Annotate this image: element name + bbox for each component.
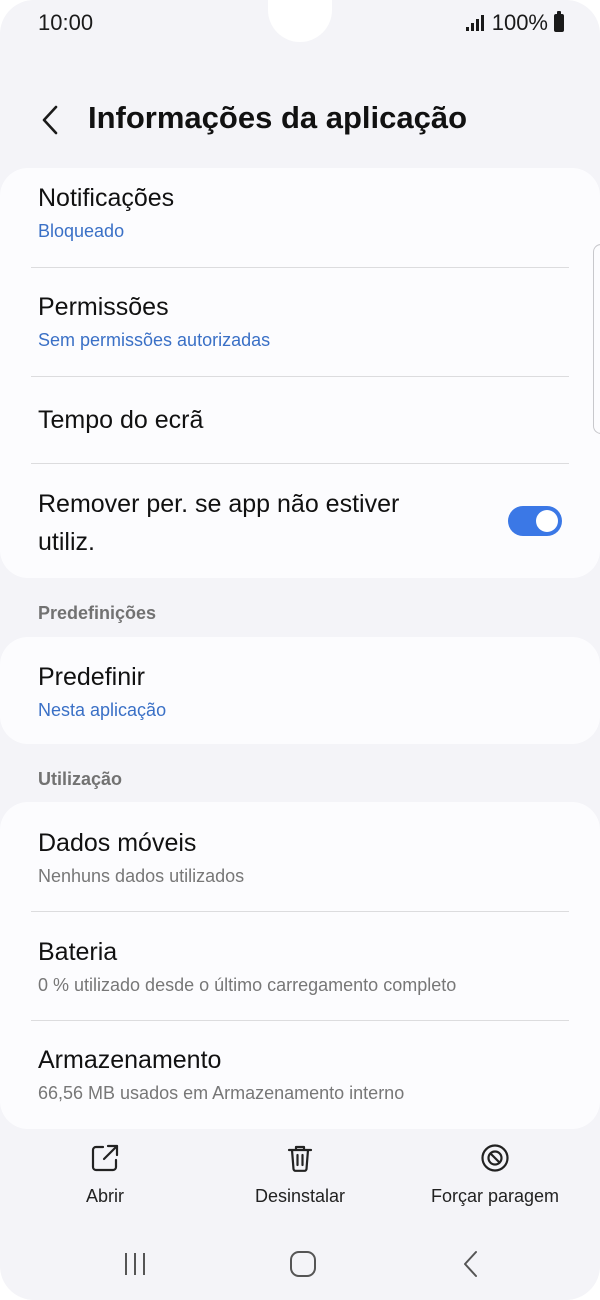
permissions-title: Permissões <box>38 293 169 321</box>
status-bar: 10:00 100% <box>0 0 600 48</box>
permissions-status: Sem permissões autorizadas <box>38 330 271 350</box>
battery-usage-status: 0 % utilizado desde o último carregament… <box>38 975 457 995</box>
home-icon <box>290 1251 316 1277</box>
battery-icon <box>554 11 564 32</box>
mobile-data-status: Nenhuns dados utilizados <box>38 866 245 886</box>
uninstall-button[interactable]: Desinstalar <box>205 1132 395 1222</box>
scroll-indicator[interactable] <box>593 244 600 434</box>
stop-icon <box>481 1144 509 1172</box>
app-bar: Informações da aplicação <box>0 88 600 152</box>
screen-time-item[interactable]: Tempo do ecrã <box>0 377 600 463</box>
remove-permissions-title-line2: utiliz. <box>38 528 95 556</box>
set-default-item[interactable]: Predefinir Nesta aplicação <box>0 637 600 744</box>
remove-permissions-title-line1: Remover per. se app não estiver <box>38 490 400 518</box>
home-button[interactable] <box>283 1248 323 1280</box>
section-label-usage: Utilização <box>38 769 123 789</box>
toggle-knob <box>536 510 558 532</box>
nav-back-button[interactable] <box>451 1248 491 1280</box>
camera-notch <box>268 0 332 42</box>
chevron-left-icon <box>464 1251 477 1277</box>
permissions-item[interactable]: Permissões Sem permissões autorizadas <box>0 268 600 376</box>
battery-title: Bateria <box>38 938 118 966</box>
force-stop-button[interactable]: Forçar paragem <box>400 1132 590 1222</box>
recent-apps-button[interactable] <box>115 1248 155 1280</box>
mobile-data-title: Dados móveis <box>38 829 197 857</box>
status-indicators: 100% <box>465 10 564 36</box>
storage-status: 66,56 MB usados em Armazenamento interno <box>38 1083 405 1103</box>
force-stop-label: Forçar paragem <box>430 1186 560 1206</box>
storage-title: Armazenamento <box>38 1046 222 1074</box>
screen-time-title: Tempo do ecrã <box>38 406 204 434</box>
bottom-action-bar: Abrir Desinstalar Forçar paragem <box>0 1132 600 1222</box>
set-default-title: Predefinir <box>38 663 145 691</box>
open-button[interactable]: Abrir <box>10 1132 200 1222</box>
trash-icon <box>287 1145 313 1172</box>
page-title: Informações da aplicação <box>88 100 468 135</box>
remove-permissions-toggle[interactable] <box>508 506 562 536</box>
phone-screen: 10:00 100% Informações da aplicação Noti… <box>0 0 600 1300</box>
battery-percent: 100% <box>491 10 548 35</box>
storage-item[interactable]: Armazenamento 66,56 MB usados em Armazen… <box>0 1021 600 1129</box>
open-external-icon <box>91 1144 119 1172</box>
status-time: 10:00 <box>38 10 94 35</box>
section-label-defaults: Predefinições <box>38 603 157 623</box>
back-button[interactable] <box>26 96 74 144</box>
navigation-bar <box>0 1234 600 1294</box>
uninstall-label: Desinstalar <box>254 1186 346 1206</box>
recent-apps-icon <box>125 1253 145 1275</box>
open-label: Abrir <box>85 1186 124 1206</box>
set-default-status: Nesta aplicação <box>38 700 167 720</box>
notifications-status: Bloqueado <box>38 221 125 241</box>
notifications-item[interactable]: Notificações Bloqueado <box>0 168 600 267</box>
signal-icon <box>465 15 484 31</box>
notifications-title: Notificações <box>38 184 175 212</box>
mobile-data-item[interactable]: Dados móveis Nenhuns dados utilizados <box>0 802 600 911</box>
chevron-left-icon <box>42 105 58 135</box>
battery-item[interactable]: Bateria 0 % utilizado desde o último car… <box>0 912 600 1020</box>
